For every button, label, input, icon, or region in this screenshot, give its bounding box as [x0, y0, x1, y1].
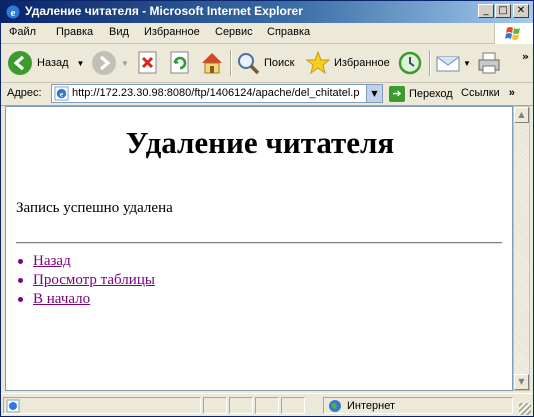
bullet-icon	[18, 259, 23, 264]
print-button[interactable]	[476, 48, 502, 78]
address-url: http://172.23.30.98:8080/ftp/1406124/apa…	[72, 87, 360, 99]
page-status-icon	[6, 399, 20, 413]
go-label: Переход	[409, 88, 453, 100]
back-arrow-icon	[8, 51, 32, 75]
history-button[interactable]	[397, 48, 423, 78]
status-cell	[229, 397, 253, 414]
refresh-icon	[170, 51, 189, 74]
page-viewport: Удаление читателя Запись успешно удалена…	[5, 106, 513, 391]
windows-logo-icon	[494, 23, 533, 45]
ie-app-icon: e	[6, 5, 20, 19]
favorites-button[interactable]: Избранное	[305, 48, 390, 78]
status-cell	[203, 397, 227, 414]
title-bar[interactable]: e Удаление читателя - Microsoft Internet…	[1, 1, 533, 23]
resize-grip-icon[interactable]	[519, 403, 531, 415]
address-label: Адрес:	[7, 87, 42, 99]
forward-button[interactable]: ▼	[91, 48, 129, 78]
bullet-icon	[18, 297, 23, 302]
search-label: Поиск	[264, 57, 295, 69]
home-button[interactable]	[199, 48, 225, 78]
back-dropdown-icon[interactable]: ▼	[77, 59, 85, 68]
page-heading: Удаление читателя	[125, 125, 395, 160]
menu-bar: Файл Правка Вид Избранное Сервис Справка	[1, 23, 533, 45]
search-button[interactable]: Поиск	[235, 48, 294, 78]
status-text-cell	[3, 397, 201, 414]
view-table-link[interactable]: Просмотр таблицы	[33, 272, 155, 288]
mail-button[interactable]: ▼	[435, 48, 471, 78]
page-icon: e	[54, 86, 69, 101]
toolbar: Назад ▼ ▼ Поиск Избранное ▼ »	[1, 44, 533, 83]
toolbar-separator	[230, 50, 232, 76]
address-dropdown-icon[interactable]: ▼	[366, 85, 382, 102]
menu-help[interactable]: Справка	[267, 26, 310, 38]
search-icon	[238, 53, 260, 75]
status-bar: Интернет	[1, 393, 533, 416]
star-icon	[305, 50, 331, 75]
scroll-down-button[interactable]: ▼	[514, 374, 529, 390]
stop-icon	[138, 51, 157, 74]
list-item: В начало	[16, 291, 155, 310]
minimize-button[interactable]: _	[478, 4, 494, 18]
status-cell	[255, 397, 279, 414]
bullet-icon	[18, 278, 23, 283]
printer-icon	[478, 52, 500, 74]
window-title: Удаление читателя - Microsoft Internet E…	[25, 4, 303, 18]
links-label: Ссылки	[461, 87, 500, 99]
links-more-icon: »	[508, 87, 515, 99]
maximize-button[interactable]: □	[495, 4, 511, 18]
favorites-label: Избранное	[334, 57, 390, 69]
menu-tools[interactable]: Сервис	[215, 26, 253, 38]
forward-dropdown-icon[interactable]: ▼	[121, 59, 129, 68]
close-button[interactable]: ✕	[513, 4, 529, 18]
back-label: Назад	[37, 57, 69, 69]
home-link[interactable]: В начало	[33, 291, 90, 307]
svg-text:e: e	[11, 7, 16, 19]
list-item: Просмотр таблицы	[16, 272, 155, 291]
mail-dropdown-icon[interactable]: ▼	[463, 59, 471, 68]
security-zone[interactable]: Интернет	[323, 397, 513, 414]
forward-arrow-icon	[92, 51, 116, 75]
browser-window: e Удаление читателя - Microsoft Internet…	[0, 0, 534, 417]
refresh-button[interactable]	[169, 48, 191, 78]
back-button[interactable]: Назад ▼	[7, 48, 84, 78]
globe-icon	[329, 399, 341, 412]
vertical-scrollbar[interactable]: ▲ ▼	[513, 106, 530, 391]
list-item: Назад	[16, 253, 155, 272]
go-arrow-icon: ➔	[389, 86, 405, 102]
menu-file[interactable]: Файл	[9, 26, 36, 38]
zone-label: Интернет	[347, 399, 395, 412]
menu-view[interactable]: Вид	[109, 26, 129, 38]
menu-favorites[interactable]: Избранное	[144, 26, 200, 38]
go-button[interactable]: ➔ Переход	[389, 85, 453, 103]
mail-icon	[436, 56, 460, 72]
nav-link-list: Назад Просмотр таблицы В начало	[16, 253, 155, 310]
back-link[interactable]: Назад	[33, 253, 71, 269]
address-input[interactable]: e http://172.23.30.98:8080/ftp/1406124/a…	[51, 84, 383, 103]
stop-button[interactable]	[137, 48, 159, 78]
toolbar-separator	[429, 50, 431, 76]
scroll-up-button[interactable]: ▲	[514, 107, 529, 123]
links-button[interactable]: Ссылки »	[461, 87, 515, 99]
address-bar: Адрес: e http://172.23.30.98:8080/ftp/14…	[1, 83, 533, 106]
status-message: Запись успешно удалена	[16, 200, 173, 216]
toolbar-more-button[interactable]: »	[522, 50, 529, 63]
menu-edit[interactable]: Правка	[56, 26, 93, 38]
horizontal-rule	[16, 242, 502, 244]
history-icon	[398, 51, 422, 75]
status-cell	[281, 397, 305, 414]
home-icon	[202, 53, 222, 74]
